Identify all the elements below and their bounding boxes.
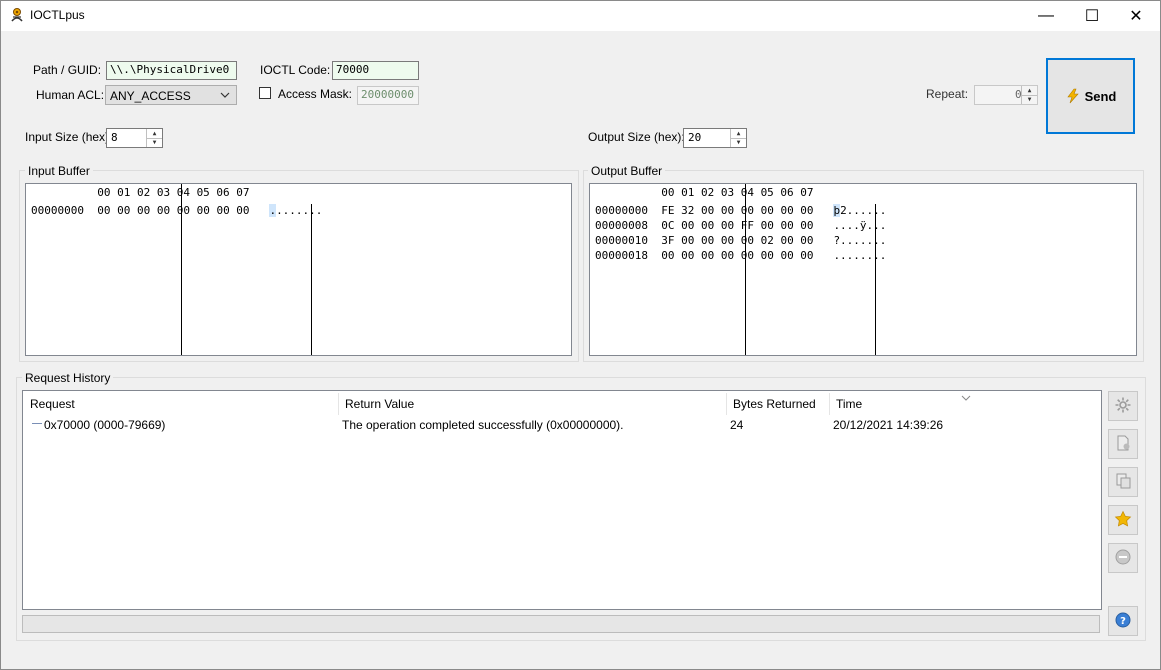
input-buffer-title: Input Buffer xyxy=(25,164,93,178)
copy-button[interactable] xyxy=(1108,467,1138,497)
input-size-value: 8 xyxy=(111,131,118,144)
request-cell: 0x70000 (0000-79669) xyxy=(44,418,166,432)
ioctl-code-label: IOCTL Code: xyxy=(260,63,331,77)
remove-button[interactable] xyxy=(1108,543,1138,573)
column-header-return-value[interactable]: Return Value xyxy=(345,397,414,411)
spin-down-icon[interactable]: ▼ xyxy=(147,138,162,147)
hex-offset: 00000008 xyxy=(595,219,648,232)
minimize-button[interactable]: — xyxy=(1023,1,1069,31)
hex-ascii: ....ÿ... xyxy=(833,219,887,232)
column-separator[interactable] xyxy=(338,393,339,415)
tree-connector xyxy=(32,423,42,424)
app-icon xyxy=(9,7,25,23)
output-buffer-title: Output Buffer xyxy=(588,164,666,178)
column-header-time[interactable]: Time xyxy=(836,397,862,411)
hex-divider xyxy=(181,184,182,355)
access-mask-checkbox[interactable] xyxy=(259,87,271,99)
column-separator[interactable] xyxy=(829,393,830,415)
title-bar xyxy=(1,1,1160,31)
human-acl-label: Human ACL: xyxy=(36,88,105,102)
hex-ascii: ........ xyxy=(833,249,887,262)
time-cell: 20/12/2021 14:39:26 xyxy=(833,418,944,432)
hex-divider xyxy=(745,184,746,355)
window-title: IOCTLpus xyxy=(30,8,85,22)
close-button[interactable]: ✕ xyxy=(1113,1,1159,31)
hex-bytes: 0C 00 00 00 FF 00 00 00 xyxy=(661,219,814,232)
input-size-label: Input Size (hex): xyxy=(25,130,113,144)
new-document-icon xyxy=(1114,434,1132,455)
lightning-icon xyxy=(1065,88,1081,104)
column-separator[interactable] xyxy=(726,393,727,415)
hex-bytes: 3F 00 00 00 00 02 00 00 xyxy=(661,234,814,247)
output-size-value: 20 xyxy=(688,131,702,144)
favorite-button[interactable] xyxy=(1108,505,1138,535)
remove-icon xyxy=(1114,548,1132,569)
hex-row: 00000000 FE 32 00 00 00 00 00 00 þ2.....… xyxy=(595,204,886,217)
table-row[interactable]: 0x70000 (0000-79669) The operation compl… xyxy=(23,415,1101,433)
hex-bytes: 00 00 00 00 00 00 00 00 xyxy=(97,204,250,217)
hex-ascii: ....... xyxy=(276,204,323,217)
bytes-returned-cell: 24 xyxy=(730,418,744,432)
minimize-icon: — xyxy=(1038,7,1054,24)
hex-row: 00000010 3F 00 00 00 00 02 00 00 ?......… xyxy=(595,234,886,247)
hex-offset: 00000000 xyxy=(31,204,84,217)
progress-bar xyxy=(22,615,1100,633)
hex-divider xyxy=(875,204,876,355)
hex-offset: 00000018 xyxy=(595,249,648,262)
maximize-icon: ☐ xyxy=(1084,8,1100,25)
path-guid-input[interactable]: \\.\PhysicalDrive0 xyxy=(106,61,237,80)
human-acl-dropdown[interactable]: ANY_ACCESS xyxy=(105,85,237,105)
hex-row: 00000008 0C 00 00 00 FF 00 00 00 ....ÿ..… xyxy=(595,219,886,232)
output-size-label: Output Size (hex): xyxy=(588,130,685,144)
repeat-label: Repeat: xyxy=(926,87,969,101)
ioctl-code-input[interactable]: 70000 xyxy=(332,61,419,80)
settings-button[interactable] xyxy=(1108,391,1138,421)
spin-down-icon[interactable]: ▼ xyxy=(731,138,746,147)
star-icon xyxy=(1114,510,1132,531)
hex-row: 00000018 00 00 00 00 00 00 00 00 .......… xyxy=(595,249,886,262)
send-label: Send xyxy=(1084,88,1117,104)
request-history-list[interactable]: Request Return Value Bytes Returned Time… xyxy=(22,390,1102,610)
hex-column-header: 00 01 02 03 04 05 06 07 xyxy=(595,186,814,199)
hex-column-header: 00 01 02 03 04 05 06 07 xyxy=(31,186,250,199)
hex-ascii: 2...... xyxy=(840,204,887,217)
return-value-cell: The operation completed successfully (0x… xyxy=(342,418,624,432)
hex-offset: 00000000 xyxy=(595,204,648,217)
new-request-button[interactable] xyxy=(1108,429,1138,459)
send-button[interactable]: Send xyxy=(1046,58,1135,134)
help-button[interactable]: ? xyxy=(1108,606,1138,636)
column-header-request[interactable]: Request xyxy=(30,397,75,411)
hex-bytes: FE 32 00 00 00 00 00 00 xyxy=(661,204,814,217)
hex-offset: 00000010 xyxy=(595,234,648,247)
request-history-title: Request History xyxy=(22,371,114,385)
hex-row: 00000000 00 00 00 00 00 00 00 00 .......… xyxy=(31,204,322,217)
maximize-button[interactable]: ☐ xyxy=(1069,1,1115,31)
svg-text:?: ? xyxy=(1120,616,1126,627)
column-header-bytes-returned[interactable]: Bytes Returned xyxy=(733,397,816,411)
hex-divider xyxy=(311,204,312,355)
spin-down-icon[interactable]: ▼ xyxy=(1022,95,1037,104)
repeat-stepper[interactable]: 0 ▲ ▼ xyxy=(974,85,1038,105)
human-acl-value: ANY_ACCESS xyxy=(110,89,191,103)
input-hex-editor[interactable]: 00 01 02 03 04 05 06 07 00000000 00 00 0… xyxy=(25,183,572,356)
output-hex-editor[interactable]: 00 01 02 03 04 05 06 07 00000000 FE 32 0… xyxy=(589,183,1137,356)
sort-chevron-icon xyxy=(961,391,971,405)
input-size-stepper[interactable]: 8 ▲ ▼ xyxy=(106,128,163,148)
access-mask-label: Access Mask: xyxy=(278,87,353,101)
access-mask-input[interactable]: 20000000 xyxy=(357,86,419,105)
hex-bytes: 00 00 00 00 00 00 00 00 xyxy=(661,249,814,262)
copy-document-icon xyxy=(1114,472,1132,493)
output-size-stepper[interactable]: 20 ▲ ▼ xyxy=(683,128,747,148)
hex-ascii: ?....... xyxy=(833,234,887,247)
path-guid-label: Path / GUID: xyxy=(33,63,102,77)
gear-icon xyxy=(1114,396,1132,417)
close-icon: ✕ xyxy=(1129,8,1143,25)
help-icon: ? xyxy=(1114,611,1132,632)
chevron-down-icon xyxy=(220,89,230,103)
